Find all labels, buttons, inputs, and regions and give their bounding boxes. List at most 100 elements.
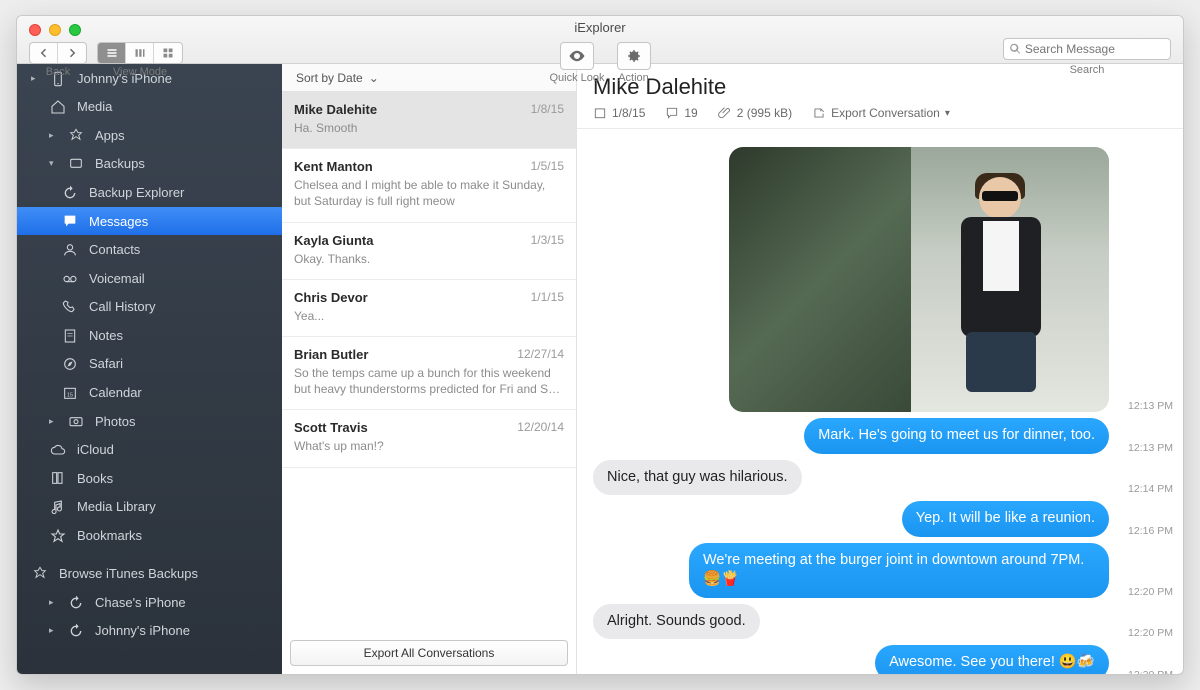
conversation-preview: What's up man!? [294, 438, 564, 454]
conversation-list: Sort by Date ⌄ Mike Dalehite1/8/15Ha. Sm… [282, 64, 577, 674]
sidebar-item-label: Backups [95, 156, 145, 171]
quicklook-button[interactable] [560, 42, 594, 70]
search-field[interactable] [1003, 38, 1171, 60]
conversation-preview: Okay. Thanks. [294, 251, 564, 267]
message-photo[interactable] [729, 147, 1109, 412]
message-bubble[interactable]: Mark. He's going to meet us for dinner, … [804, 418, 1109, 454]
conversation-date: 12/20/14 [517, 420, 564, 435]
apps-icon [31, 566, 49, 583]
search-icon [1010, 43, 1021, 55]
action-button[interactable] [617, 42, 651, 70]
message-row: Alright. Sounds good. 12:20 PM [593, 604, 1173, 640]
sidebar-item-media-library[interactable]: Media Library [17, 492, 282, 521]
thread-count: 19 [665, 106, 697, 120]
apps-icon [67, 127, 85, 144]
sidebar-item-label: Voicemail [89, 271, 145, 286]
svg-text:15: 15 [67, 392, 73, 398]
conversation-preview: So the temps came up a bunch for this we… [294, 365, 564, 397]
chevron-down-icon: ▾ [945, 108, 950, 119]
conversation-date: 1/3/15 [531, 233, 564, 248]
action-label: Action [618, 72, 649, 84]
search-input[interactable] [1025, 42, 1164, 56]
sidebar-backup-johnny[interactable]: ▸ Johnny's iPhone [17, 617, 282, 646]
sidebar-item-label: Notes [89, 328, 123, 343]
sidebar-item-call-history[interactable]: Call History [17, 293, 282, 322]
restore-icon [67, 594, 85, 611]
conversation-item[interactable]: Brian Butler 12/27/14 So the temps came up… [282, 337, 576, 410]
restore-icon [61, 184, 79, 201]
conversation-date: 12/27/14 [517, 347, 564, 362]
sidebar-item-notes[interactable]: Notes [17, 321, 282, 350]
sidebar-item-backups[interactable]: ▾ Backups [17, 150, 282, 179]
sidebar-item-icloud[interactable]: iCloud [17, 435, 282, 464]
messages-icon [61, 213, 79, 230]
sidebar-browse-backups[interactable]: Browse iTunes Backups [17, 560, 282, 589]
phone-icon [61, 299, 79, 316]
sidebar-item-media[interactable]: Media [17, 93, 282, 122]
export-all-button[interactable]: Export All Conversations [290, 640, 568, 666]
thread-attachments: 2 (995 kB) [718, 106, 792, 120]
message-bubble[interactable]: We're meeting at the burger joint in dow… [689, 543, 1109, 598]
sidebar-item-safari[interactable]: Safari [17, 350, 282, 379]
message-bubble[interactable]: Yep. It will be like a reunion. [902, 501, 1109, 537]
conversation-name: Chris Devor [294, 290, 368, 305]
message-bubble[interactable]: Nice, that guy was hilarious. [593, 460, 802, 496]
conversation-item[interactable]: Chris Devor1/1/15Yea... [282, 280, 576, 337]
app-window: iExplorer Back [16, 15, 1184, 675]
quicklook-label: Quick Look [549, 72, 604, 84]
sidebar-backup-chase[interactable]: ▸ Chase's iPhone [17, 588, 282, 617]
sidebar-item-label: Johnny's iPhone [95, 623, 190, 638]
conversation-date: 1/8/15 [531, 102, 564, 117]
sidebar-item-label: Media Library [77, 499, 156, 514]
message-row: Yep. It will be like a reunion.12:16 PM [593, 501, 1173, 537]
sidebar-item-label: Media [77, 99, 112, 114]
message-bubble[interactable]: Alright. Sounds good. [593, 604, 760, 640]
conversation-item[interactable]: Mike Dalehite1/8/15Ha. Smooth [282, 92, 576, 149]
paperclip-icon [718, 106, 732, 120]
message-timestamp: 12:14 PM [1117, 483, 1173, 495]
backups-icon [67, 156, 85, 173]
sidebar-item-label: Bookmarks [77, 528, 142, 543]
message-timestamp: 12:20 PM [1117, 586, 1173, 598]
disclosure-icon: ▸ [49, 625, 57, 636]
conversation-item[interactable]: Scott Travis 12/20/14 What's up man!? [282, 410, 576, 467]
sidebar-item-label: Call History [89, 299, 155, 314]
sidebar-item-label: Browse iTunes Backups [59, 566, 198, 581]
conversation-preview: Chelsea and I might be able to make it S… [294, 177, 564, 209]
conversation-item[interactable]: Kent Manton1/5/15Chelsea and I might be … [282, 149, 576, 222]
message-row: Awesome. See you there! 😃🍻 12:20 PM [593, 645, 1173, 674]
sidebar-item-label: Chase's iPhone [95, 595, 186, 610]
sidebar-item-label: Calendar [89, 385, 142, 400]
calendar-icon [593, 106, 607, 120]
sidebar-item-voicemail[interactable]: Voicemail [17, 264, 282, 293]
message-timestamp: 12:20 PM [1117, 627, 1173, 639]
message-bubble[interactable]: Awesome. See you there! 😃🍻 [875, 645, 1109, 674]
conversation-name: Scott Travis [294, 420, 368, 435]
export-conversation-button[interactable]: Export Conversation ▾ [812, 106, 950, 120]
message-row: Nice, that guy was hilarious. 12:14 PM [593, 460, 1173, 496]
message-timestamp: 12:13 PM [1117, 442, 1173, 454]
conversation-preview: Ha. Smooth [294, 120, 564, 136]
sidebar-item-label: Books [77, 471, 113, 486]
message-timestamp: 12:20 PM [1117, 669, 1173, 674]
sidebar-item-apps[interactable]: ▸ Apps [17, 121, 282, 150]
thread-body[interactable]: 12:13 PM Mark. He's going to meet us for … [577, 129, 1183, 674]
conversation-name: Brian Butler [294, 347, 368, 362]
sidebar-item-messages[interactable]: Messages [17, 207, 282, 236]
sidebar-item-bookmarks[interactable]: Bookmarks [17, 521, 282, 550]
sidebar-item-contacts[interactable]: Contacts [17, 235, 282, 264]
sidebar-item-backup-explorer[interactable]: Backup Explorer [17, 178, 282, 207]
sidebar-item-books[interactable]: Books [17, 464, 282, 493]
body: ▸ Johnny's iPhone Media ▸ Apps ▾ Backups [17, 64, 1183, 674]
app-title: iExplorer [17, 20, 1183, 35]
conversation-item[interactable]: Kayla Giunta 1/3/15 Okay. Thanks. [282, 223, 576, 280]
message-row: Mark. He's going to meet us for dinner, … [593, 418, 1173, 454]
sidebar-item-label: Messages [89, 214, 148, 229]
conversation-date: 1/1/15 [531, 290, 564, 305]
sidebar-item-calendar[interactable]: 15 Calendar [17, 378, 282, 407]
conversation-name: Kayla Giunta [294, 233, 373, 248]
music-icon [49, 498, 67, 515]
sidebar-item-photos[interactable]: ▸ Photos [17, 407, 282, 436]
camera-icon [67, 413, 85, 430]
sidebar-item-label: Photos [95, 414, 135, 429]
